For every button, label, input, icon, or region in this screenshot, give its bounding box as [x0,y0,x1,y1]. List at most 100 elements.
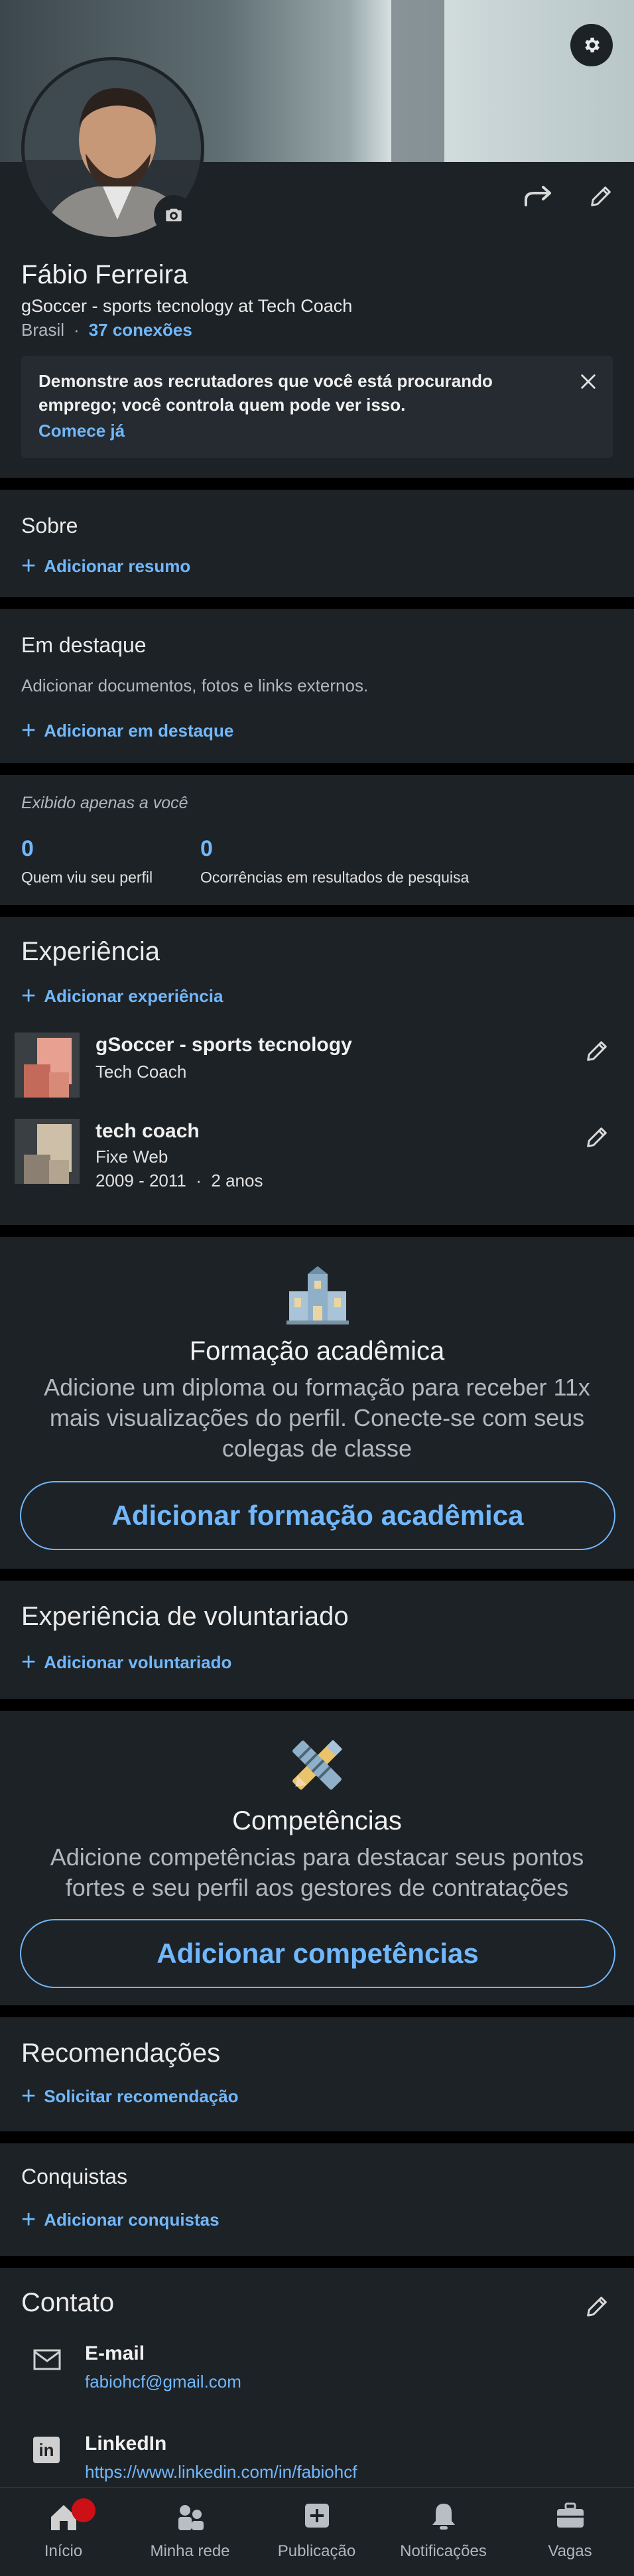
add-featured-label: Adicionar em destaque [44,720,234,741]
banner-text: Demonstre aos recrutadores que você está… [38,371,493,415]
nav-label: Publicação [277,2542,356,2560]
close-banner-button[interactable] [572,365,605,398]
about-section: Sobre + Adicionar resumo [0,490,634,597]
skills-section: Competências Adicione competências para … [0,1711,634,2005]
stat-value: 0 [21,836,34,861]
linkedin-icon: in [33,2437,60,2463]
skills-tools-icon [285,1733,349,1797]
add-experience-button[interactable]: + Adicionar experiência [21,983,223,1009]
plus-icon: + [21,717,36,745]
camera-icon [166,208,182,222]
section-title: Em destaque [21,633,147,657]
nav-my-network[interactable]: Minha rede [127,2488,253,2576]
profile-name: Fábio Ferreira [21,260,188,289]
section-title: Sobre [21,514,78,537]
analytics-section: Exibido apenas a você 0 Quem viu seu per… [0,775,634,905]
edit-experience-button[interactable] [578,1119,615,1156]
experience-company: Fixe Web [95,1147,168,1167]
pencil-icon [587,2297,607,2317]
plus-icon: + [21,2206,36,2234]
linkedin-label: LinkedIn [85,2433,167,2455]
section-title: Formação acadêmica [189,1336,445,1366]
request-recommendation-label: Solicitar recomendação [44,2086,239,2106]
pencil-icon [591,186,611,206]
nav-label: Minha rede [150,2542,230,2560]
section-title: Recomendações [21,2039,221,2068]
post-icon [304,2504,329,2528]
share-icon [525,186,551,206]
accomplishments-section: Conquistas + Adicionar conquistas [0,2143,634,2256]
stat-value: 0 [200,836,213,861]
change-photo-button[interactable] [154,195,194,235]
plus-icon: + [21,1648,36,1676]
section-title: Competências [232,1806,402,1835]
plus-icon: + [21,982,36,1010]
nav-label: Início [44,2542,83,2560]
recommendations-section: Recomendações + Solicitar recomendação [0,2017,634,2131]
pencil-icon [587,1041,607,1061]
nav-home[interactable]: Início [0,2488,127,2576]
profile-views-stat[interactable]: 0 Quem viu seu perfil [21,836,153,887]
experience-item[interactable]: gSoccer - sports tecnology Tech Coach [15,1033,619,1102]
skills-description: Adicione competências para destacar seus… [50,1843,584,1901]
section-title: Conquistas [21,2165,128,2188]
company-logo [15,1033,80,1098]
experience-section: Experiência + Adicionar experiência gSoc… [0,917,634,1225]
request-recommendation-button[interactable]: + Solicitar recomendação [21,2084,239,2109]
add-volunteer-label: Adicionar voluntariado [44,1652,232,1672]
add-accomplishments-label: Adicionar conquistas [44,2209,220,2230]
experience-role: gSoccer - sports tecnology [95,1034,352,1056]
add-accomplishments-button[interactable]: + Adicionar conquistas [21,2207,220,2232]
close-icon [581,374,596,389]
nav-jobs[interactable]: Vagas [507,2488,633,2576]
section-title: Experiência de voluntariado [21,1602,349,1631]
experience-item[interactable]: tech coach Fixe Web 2009 - 2011 · 2 anos [15,1119,619,1205]
experience-role: tech coach [95,1120,200,1142]
add-experience-label: Adicionar experiência [44,985,223,1006]
experience-company: Tech Coach [95,1062,187,1082]
envelope-icon [33,2349,61,2370]
plus-icon: + [21,2082,36,2110]
email-label: E-mail [85,2342,145,2364]
add-featured-button[interactable]: + Adicionar em destaque [21,718,233,743]
add-education-button[interactable]: Adicionar formação acadêmica [20,1481,615,1550]
notification-badge [72,2498,95,2522]
connections-link[interactable]: 37 conexões [89,320,192,340]
experience-dates: 2009 - 2011 · 2 anos [95,1171,263,1190]
open-to-work-banner: Demonstre aos recrutadores que você está… [21,356,613,458]
profile-headline: gSoccer - sports tecnology at Tech Coach [21,296,353,316]
nav-label: Notificações [400,2542,487,2560]
plus-icon: + [21,552,36,580]
add-volunteer-button[interactable]: + Adicionar voluntariado [21,1650,231,1675]
add-skills-button[interactable]: Adicionar competências [20,1919,615,1988]
school-icon [285,1265,350,1326]
add-summary-button[interactable]: + Adicionar resumo [21,553,190,579]
profile-card: Fábio Ferreira gSoccer - sports tecnolog… [0,0,634,478]
gear-icon [585,37,600,52]
stat-label: Ocorrências em resultados de pesquisa [200,869,470,886]
settings-button[interactable] [570,24,613,66]
search-appearances-stat[interactable]: 0 Ocorrências em resultados de pesquisa [200,836,469,887]
nav-notifications[interactable]: Notificações [380,2488,507,2576]
featured-description: Adicionar documentos, fotos e links exte… [21,676,369,695]
edit-profile-button[interactable] [581,177,621,216]
company-logo [15,1119,80,1184]
private-note: Exibido apenas a você [21,794,188,812]
linkedin-link[interactable]: https://www.linkedin.com/in/fabiohcf [85,2462,357,2482]
email-link[interactable]: fabiohcf@gmail.com [85,2372,241,2392]
banner-link[interactable]: Comece já [38,421,125,441]
volunteer-section: Experiência de voluntariado + Adicionar … [0,1581,634,1699]
education-description: Adicione um diploma ou formação para rec… [44,1374,590,1462]
section-title: Contato [21,2288,115,2317]
nav-post[interactable]: Publicação [253,2488,380,2576]
profile-meta: Brasil · 37 conexões [21,320,192,340]
briefcase-icon [556,2502,584,2528]
profile-location: Brasil [21,320,65,340]
add-summary-label: Adicionar resumo [44,555,191,576]
featured-section: Em destaque Adicionar documentos, fotos … [0,609,634,763]
bottom-navigation: Início Minha rede Publicação Notificaçõe… [0,2487,634,2576]
edit-experience-button[interactable] [578,1033,615,1070]
share-profile-button[interactable] [519,178,558,215]
separator-dot: · [74,320,80,340]
edit-contact-button[interactable] [577,2287,617,2326]
